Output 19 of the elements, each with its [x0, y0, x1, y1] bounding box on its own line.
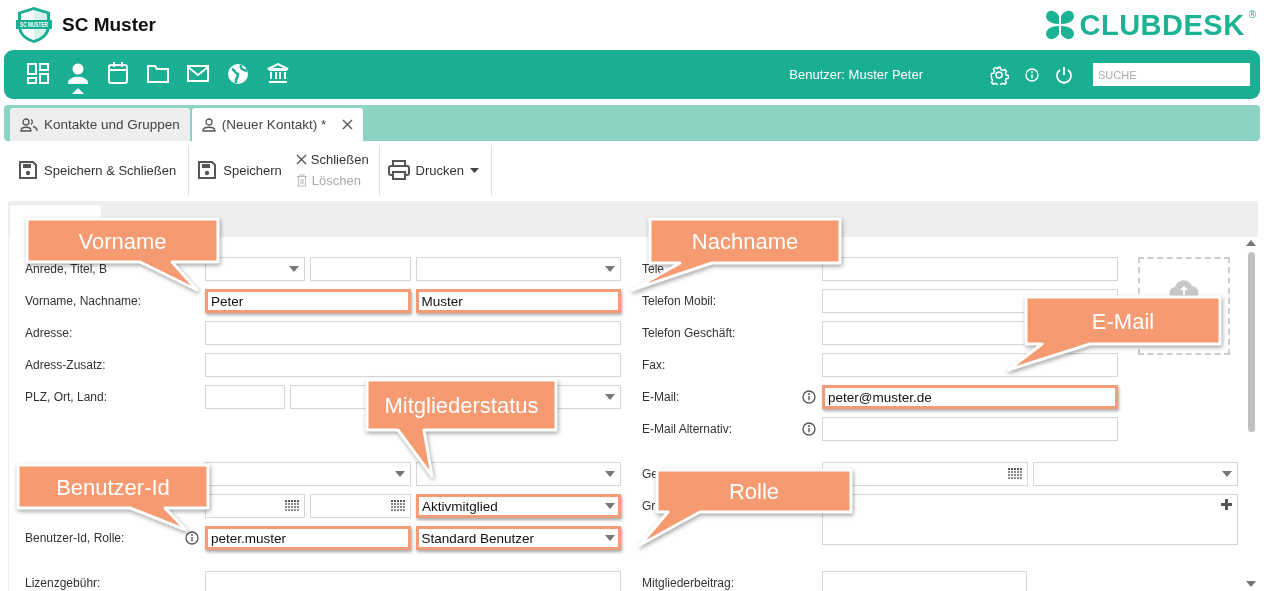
club-name: SC Muster	[62, 14, 156, 36]
field-label: E-Mail Alternativ:	[642, 422, 733, 436]
field-label: Lizenzgebühr:	[25, 576, 101, 590]
field-label: Anrede, Titel, B	[25, 262, 108, 276]
field-label: Telefon Geschäft:	[642, 326, 736, 340]
brand-name: CLUBDESK	[1079, 9, 1245, 41]
field-label: Gr	[642, 499, 656, 513]
field-label: Telefon Mobil:	[642, 294, 717, 308]
field-label: Mitgliederbeitrag:	[642, 576, 735, 590]
field-label: Fax:	[642, 358, 666, 372]
field-label: Tele	[642, 262, 664, 276]
field-label: E-Mail:	[642, 390, 680, 404]
field-label: Benutzer-Id, Rolle:	[25, 531, 125, 545]
user-label: Benutzer: Muster Peter	[789, 67, 923, 82]
field-label: Adresse:	[25, 326, 73, 340]
field-label: Vorname, Nachname:	[25, 294, 142, 308]
field-label: Adress-Zusatz:	[25, 358, 106, 372]
field-label: PLZ, Ort, Land:	[25, 390, 108, 404]
registered-mark: ®	[1248, 9, 1256, 20]
